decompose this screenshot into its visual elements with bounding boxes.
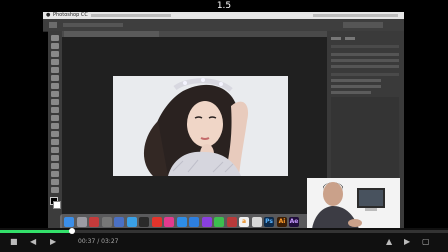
move-tool-icon[interactable] <box>51 35 59 41</box>
workspace-switcher[interactable] <box>343 22 383 28</box>
webcam-overlay <box>307 178 400 229</box>
lasso-tool-icon[interactable] <box>51 51 59 57</box>
time-total: 03:27 <box>101 238 119 245</box>
stamp-tool-icon[interactable] <box>51 99 59 105</box>
status-items <box>313 14 398 17</box>
background-color-swatch[interactable] <box>53 201 61 209</box>
mission-control-icon[interactable] <box>114 217 124 227</box>
finder-icon[interactable] <box>64 217 74 227</box>
letterbox-left <box>0 12 43 228</box>
hand-tool-icon[interactable] <box>51 179 59 185</box>
launchpad-icon[interactable] <box>77 217 87 227</box>
gradient-tool-icon[interactable] <box>51 123 59 129</box>
move-tool-icon[interactable] <box>49 22 57 28</box>
panel-tab-color[interactable] <box>331 37 341 40</box>
weibo-icon[interactable] <box>152 217 162 227</box>
fullscreen-icon[interactable]: ▢ <box>422 237 430 247</box>
blur-tool-icon[interactable] <box>51 131 59 137</box>
itunes-icon[interactable] <box>164 217 174 227</box>
shape-tool-icon[interactable] <box>51 171 59 177</box>
zoom-tool-icon[interactable] <box>51 187 59 193</box>
after-effects-icon[interactable]: Ae <box>289 217 299 227</box>
brush-tool-icon[interactable] <box>51 91 59 97</box>
portrait-illustration <box>113 76 288 176</box>
panel-tab-swatches[interactable] <box>345 37 355 40</box>
panel-header <box>331 45 399 48</box>
illustrator-icon[interactable]: Ai <box>277 217 287 227</box>
magic-wand-tool-icon[interactable] <box>51 59 59 65</box>
next-icon[interactable]: ▶ <box>404 237 410 247</box>
amazon-icon[interactable]: a <box>239 217 249 227</box>
photoshop-icon[interactable]: Ps <box>264 217 274 227</box>
play-icon[interactable]: ▶ <box>50 237 56 247</box>
volume-icon[interactable]: ▲ <box>386 237 392 247</box>
stop-icon[interactable]: ■ <box>10 237 18 247</box>
layers-kind-filter[interactable] <box>331 79 381 82</box>
photo-booth-icon[interactable] <box>227 217 237 227</box>
progress-fill <box>0 230 72 233</box>
mac-menu-bar: ● Photoshop CC <box>43 12 404 19</box>
adjustments-row-3[interactable] <box>331 65 399 68</box>
app-name-menu[interactable]: Photoshop CC <box>53 12 88 19</box>
rocket-icon[interactable] <box>89 217 99 227</box>
eyedropper-tool-icon[interactable] <box>51 75 59 81</box>
history-brush-tool-icon[interactable] <box>51 107 59 113</box>
photo-watermark <box>243 168 283 173</box>
lock-row[interactable] <box>331 91 371 94</box>
menu-items[interactable] <box>91 14 171 17</box>
blend-mode-select[interactable] <box>331 85 381 88</box>
type-tool-icon[interactable] <box>51 155 59 161</box>
presenter-webcam-illustration <box>307 178 400 229</box>
apple-icon[interactable]: ● <box>46 12 50 19</box>
portrait-photo[interactable] <box>113 76 288 176</box>
safari-icon[interactable] <box>127 217 137 227</box>
options-controls[interactable] <box>63 23 123 27</box>
adjustments-row-2[interactable] <box>331 59 399 62</box>
time-separator: / <box>97 238 100 245</box>
layers-panel-header <box>331 73 399 76</box>
pen-tool-icon[interactable] <box>51 147 59 153</box>
adjustments-row-1[interactable] <box>331 53 399 56</box>
player-title: 1.5 <box>216 1 232 11</box>
time-display: 00:37 / 03:27 <box>78 238 118 246</box>
app-store-icon[interactable] <box>189 217 199 227</box>
wechat-icon[interactable] <box>214 217 224 227</box>
path-selection-tool-icon[interactable] <box>51 163 59 169</box>
ps-tools-panel <box>48 31 62 228</box>
eraser-tool-icon[interactable] <box>51 115 59 121</box>
letterbox-right <box>404 12 448 228</box>
progress-knob[interactable] <box>69 228 75 234</box>
game-center-icon[interactable] <box>202 217 212 227</box>
healing-tool-icon[interactable] <box>51 83 59 89</box>
file-icon[interactable] <box>252 217 262 227</box>
system-prefs-icon[interactable] <box>102 217 112 227</box>
previous-icon[interactable]: ◀ <box>30 237 36 247</box>
dodge-tool-icon[interactable] <box>51 139 59 145</box>
dashboard-icon[interactable] <box>139 217 149 227</box>
time-current: 00:37 <box>78 238 96 245</box>
qq-icon[interactable] <box>177 217 187 227</box>
marquee-tool-icon[interactable] <box>51 43 59 49</box>
crop-tool-icon[interactable] <box>51 67 59 73</box>
